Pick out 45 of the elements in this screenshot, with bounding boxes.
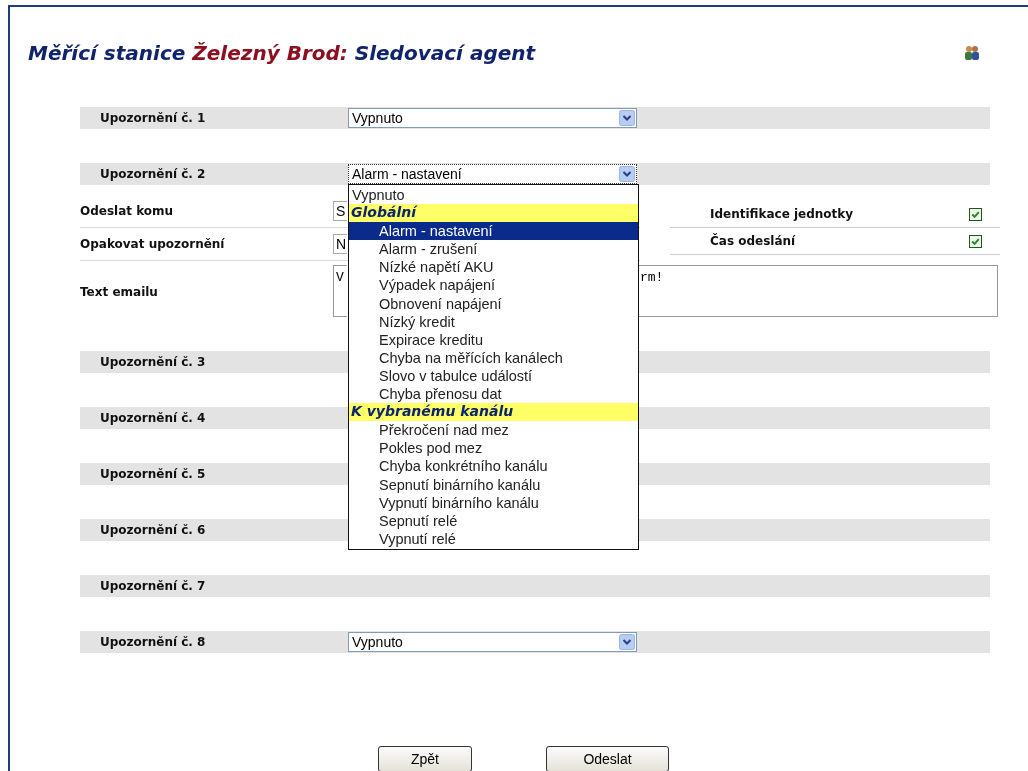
dropdown-option[interactable]: Chyba na měřících kanálech bbox=[349, 348, 638, 367]
dropdown-option[interactable]: Alarm - nastavení bbox=[349, 222, 638, 241]
dropdown-option[interactable]: Nízký kredit bbox=[349, 312, 638, 331]
dropdown-option[interactable]: Expirace kreditu bbox=[349, 330, 638, 349]
alert-label: Upozornění č. 1 bbox=[99, 111, 207, 125]
dropdown-option[interactable]: Slovo v tabulce událostí bbox=[349, 366, 638, 386]
dropdown-option[interactable]: Chyba přenosu dat bbox=[349, 385, 638, 404]
dropdown-option[interactable]: Vypnutí relé bbox=[349, 529, 638, 548]
dropdown-option[interactable]: Sepnutí binárního kanálu bbox=[349, 475, 638, 494]
alert-label: Upozornění č. 8 bbox=[99, 635, 207, 649]
recipient-field[interactable]: S bbox=[333, 201, 347, 221]
field-label: Odeslat komu bbox=[80, 204, 175, 218]
dropdown-option[interactable]: Pokles pod mez bbox=[349, 439, 638, 458]
alert-select[interactable]: Vypnuto bbox=[348, 108, 637, 128]
checkbox-label: Identifikace jednotky bbox=[710, 207, 854, 221]
alert-label: Upozornění č. 5 bbox=[99, 467, 207, 481]
dropdown-option[interactable]: Překročení nad mez bbox=[349, 421, 638, 440]
alert-label: Upozornění č. 6 bbox=[99, 523, 207, 537]
option-group-header: K vybranému kanálu bbox=[349, 403, 638, 422]
email-text-area[interactable]: V bbox=[333, 265, 347, 317]
option-group-header: Globální bbox=[349, 204, 638, 223]
alert-select[interactable]: Vypnuto bbox=[348, 632, 637, 652]
alert-label: Upozornění č. 4 bbox=[99, 411, 207, 425]
dropdown-option[interactable]: Vypnuto bbox=[349, 186, 638, 205]
checkbox[interactable] bbox=[969, 234, 982, 248]
users-icon[interactable] bbox=[964, 45, 980, 61]
repeat-field[interactable]: N bbox=[333, 234, 347, 254]
dropdown-option[interactable]: Nízké napětí AKU bbox=[349, 258, 638, 277]
dropdown-option[interactable]: Chyba konkrétního kanálu bbox=[349, 457, 638, 476]
dropdown-option[interactable]: Alarm - zrušení bbox=[349, 240, 638, 259]
field-label: Text emailu bbox=[80, 284, 159, 299]
dropdown-option[interactable]: Výpadek napájení bbox=[349, 276, 638, 295]
checkbox[interactable] bbox=[969, 207, 982, 221]
dropdown-option[interactable]: Sepnutí relé bbox=[349, 511, 638, 530]
email-text-area[interactable]: rm! bbox=[638, 265, 998, 317]
dropdown-option[interactable]: Vypnutí binárního kanálu bbox=[349, 493, 638, 512]
dropdown-option[interactable]: Obnovení napájení bbox=[349, 294, 638, 313]
alert-label: Upozornění č. 2 bbox=[99, 167, 207, 181]
submit-button[interactable]: Odeslat bbox=[546, 746, 669, 771]
alert-label: Upozornění č. 3 bbox=[99, 355, 207, 369]
page-title: Měřící stanice Železný Brod: Sledovací agent bbox=[28, 41, 536, 65]
field-label: Opakovat upozornění bbox=[80, 237, 226, 251]
alert-label: Upozornění č. 7 bbox=[99, 579, 207, 593]
back-button[interactable]: Zpět bbox=[378, 746, 472, 771]
checkbox-label: Čas odeslání bbox=[710, 234, 796, 248]
